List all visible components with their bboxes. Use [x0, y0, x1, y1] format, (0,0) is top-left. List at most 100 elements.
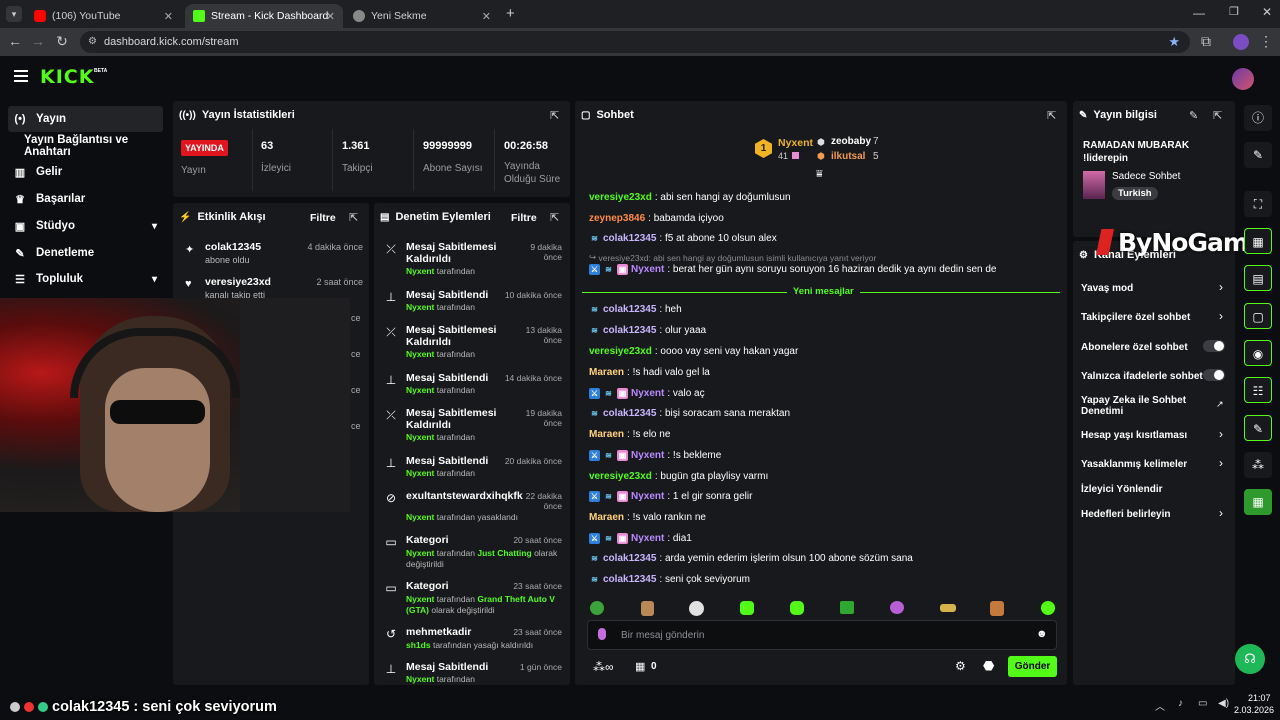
chat-username[interactable]: colak12345 — [603, 325, 656, 336]
channel-points-icon[interactable]: ⁂∞ — [593, 660, 614, 674]
rail-community-icon[interactable]: ⁂ — [1244, 452, 1272, 478]
chevron-right-icon[interactable]: › — [1219, 280, 1223, 294]
emote-7[interactable] — [890, 601, 904, 614]
chat-username[interactable]: Maraen — [589, 367, 624, 378]
rail-edit-icon[interactable]: ✎ — [1244, 142, 1272, 168]
emote-only-toggle[interactable] — [1203, 369, 1225, 381]
new-tab-icon[interactable]: + — [506, 5, 515, 22]
window-close-icon[interactable]: ✕ — [1262, 5, 1272, 19]
emote-8[interactable] — [940, 604, 956, 612]
language-tag[interactable]: Turkish — [1112, 187, 1158, 200]
top-chatter-name[interactable]: zeobaby — [831, 136, 871, 147]
moderation-filter-button[interactable]: Filtre — [511, 212, 537, 224]
chat-username[interactable]: veresiye23xd — [589, 471, 652, 482]
close-tab-icon[interactable]: ✕ — [482, 10, 491, 23]
chat-username[interactable]: Nyxent — [631, 388, 664, 399]
display-tray-icon[interactable]: ▭ — [1198, 698, 1207, 709]
address-bar[interactable]: ⚙ dashboard.kick.com/stream ★ — [80, 31, 1190, 53]
browser-tab-kick[interactable]: Stream - Kick Dashboard ✕ — [185, 4, 343, 28]
tray-chevron-icon[interactable]: ︿ — [1155, 698, 1165, 713]
action-followers-only[interactable]: Takipçilere özel sohbet — [1081, 312, 1231, 323]
emote-3[interactable] — [689, 601, 704, 616]
external-link-icon[interactable]: ↗ — [1216, 399, 1224, 410]
bookmark-star-icon[interactable]: ★ — [1168, 34, 1180, 50]
clock-time[interactable]: 21:07 — [1248, 693, 1271, 703]
browser-tab-youtube[interactable]: (106) YouTube ✕ — [26, 4, 181, 28]
clock-date[interactable]: 2.03.2026 — [1234, 705, 1274, 715]
hamburger-menu-icon[interactable] — [14, 70, 28, 82]
emote-5[interactable] — [790, 601, 804, 615]
subscribers-only-toggle[interactable] — [1203, 340, 1225, 352]
forward-icon[interactable]: → — [29, 33, 47, 49]
reply-reference[interactable]: ↪ veresiye23xd: abi sen hangi ay doğumlu… — [589, 252, 876, 263]
chevron-right-icon[interactable]: › — [1219, 456, 1223, 470]
site-info-icon[interactable]: ⚙ — [88, 36, 97, 47]
chat-username[interactable]: Maraen — [589, 429, 624, 440]
kick-bot-icon[interactable]: ⬣ — [983, 658, 994, 674]
chat-username[interactable]: Maraen — [589, 512, 624, 523]
close-tab-icon[interactable]: ✕ — [326, 10, 335, 23]
action-account-age[interactable]: Hesap yaşı kısıtlaması — [1081, 430, 1231, 441]
back-icon[interactable]: ← — [6, 33, 24, 49]
action-goals[interactable]: Hedefleri belirleyin — [1081, 509, 1231, 520]
chat-username[interactable]: veresiye23xd — [589, 346, 652, 357]
edit-icon[interactable]: ✎ — [1189, 109, 1198, 122]
emote-1[interactable] — [590, 601, 604, 615]
popout-icon[interactable]: ⇱ — [550, 211, 559, 224]
sidebar-item-denetleme[interactable]: ✎ Denetleme — [8, 240, 163, 266]
emote-9[interactable] — [990, 601, 1004, 616]
sidebar-item-topluluk[interactable]: ☰ Topluluk ▾ — [8, 266, 163, 292]
browser-menu-icon[interactable]: ⋮ — [1257, 33, 1275, 50]
action-ai-moderation[interactable]: Yapay Zeka ile Sohbet Denetimi — [1081, 395, 1211, 417]
chevron-right-icon[interactable]: › — [1219, 309, 1223, 323]
rail-broadcast-icon[interactable]: ◉ — [1244, 340, 1272, 366]
emoji-picker-icon[interactable]: ☻ — [1036, 628, 1048, 640]
sidebar-item-stream-key[interactable]: Yayın Bağlantısı ve Anahtarı — [8, 133, 173, 159]
support-chat-button[interactable]: ☊ — [1235, 644, 1265, 674]
chat-username[interactable]: Nyxent — [631, 533, 664, 544]
category-name[interactable]: Sadece Sohbet — [1112, 171, 1180, 182]
sidebar-item-gelir[interactable]: ▥ Gelir — [8, 159, 163, 185]
microphone-tray-icon[interactable]: ♪ — [1178, 698, 1183, 709]
minimize-icon[interactable]: — — [1193, 6, 1205, 20]
chat-username[interactable]: colak12345 — [603, 553, 656, 564]
treasure-icon[interactable]: ▦ — [635, 660, 645, 673]
sidebar-item-studyo[interactable]: ▣ Stüdyo ▾ — [8, 213, 163, 239]
emote-4[interactable] — [740, 601, 754, 615]
sidebar-item-yayin[interactable]: (•) Yayın — [8, 106, 163, 132]
user-avatar[interactable] — [1232, 68, 1254, 90]
action-raid[interactable]: İzleyici Yönlendir — [1081, 484, 1231, 495]
emote-10[interactable] — [1041, 601, 1055, 615]
chevron-right-icon[interactable]: › — [1219, 506, 1223, 520]
popout-icon[interactable]: ⇱ — [1213, 109, 1222, 122]
activity-filter-button[interactable]: Filtre — [310, 212, 336, 224]
microphone-icon[interactable] — [598, 628, 606, 640]
popout-icon[interactable]: ⇱ — [1047, 109, 1056, 122]
volume-tray-icon[interactable]: ◀) — [1218, 698, 1229, 709]
restore-icon[interactable]: ❐ — [1229, 5, 1239, 18]
chat-username[interactable]: colak12345 — [603, 408, 656, 419]
rail-panel-icon[interactable]: ▦ — [1244, 228, 1272, 254]
top-chatter-name[interactable]: Nyxent — [778, 137, 813, 149]
sidebar-item-basarilar[interactable]: ♛ Başarılar — [8, 186, 163, 212]
rail-wrench-icon[interactable]: ✎ — [1244, 415, 1272, 441]
rail-expand-icon[interactable]: ⛶ — [1244, 191, 1272, 217]
profile-avatar-icon[interactable] — [1233, 34, 1249, 50]
chat-input-box[interactable]: Bir mesaj gönderin ☻ — [587, 620, 1057, 650]
extensions-icon[interactable]: ⧉ — [1197, 33, 1215, 50]
tab-list-dropdown-icon[interactable]: ▾ — [6, 6, 22, 22]
popout-icon[interactable]: ⇱ — [349, 211, 358, 224]
close-tab-icon[interactable]: ✕ — [164, 10, 173, 23]
browser-tab-new[interactable]: Yeni Sekme ✕ — [345, 4, 499, 28]
kick-logo[interactable]: KICK — [40, 66, 94, 88]
chat-username[interactable]: Nyxent — [631, 450, 664, 461]
popout-icon[interactable]: ⇱ — [550, 109, 559, 122]
rail-chat-icon[interactable]: ▢ — [1244, 303, 1272, 329]
emote-6[interactable] — [840, 601, 854, 614]
rail-notes-icon[interactable]: ▤ — [1244, 265, 1272, 291]
send-button[interactable]: Gönder — [1008, 656, 1057, 677]
chat-username[interactable]: colak12345 — [603, 574, 656, 585]
chat-settings-icon[interactable]: ⚙ — [955, 659, 966, 673]
action-banned-words[interactable]: Yasaklanmış kelimeler — [1081, 459, 1231, 470]
chat-username[interactable]: Nyxent — [631, 491, 664, 502]
